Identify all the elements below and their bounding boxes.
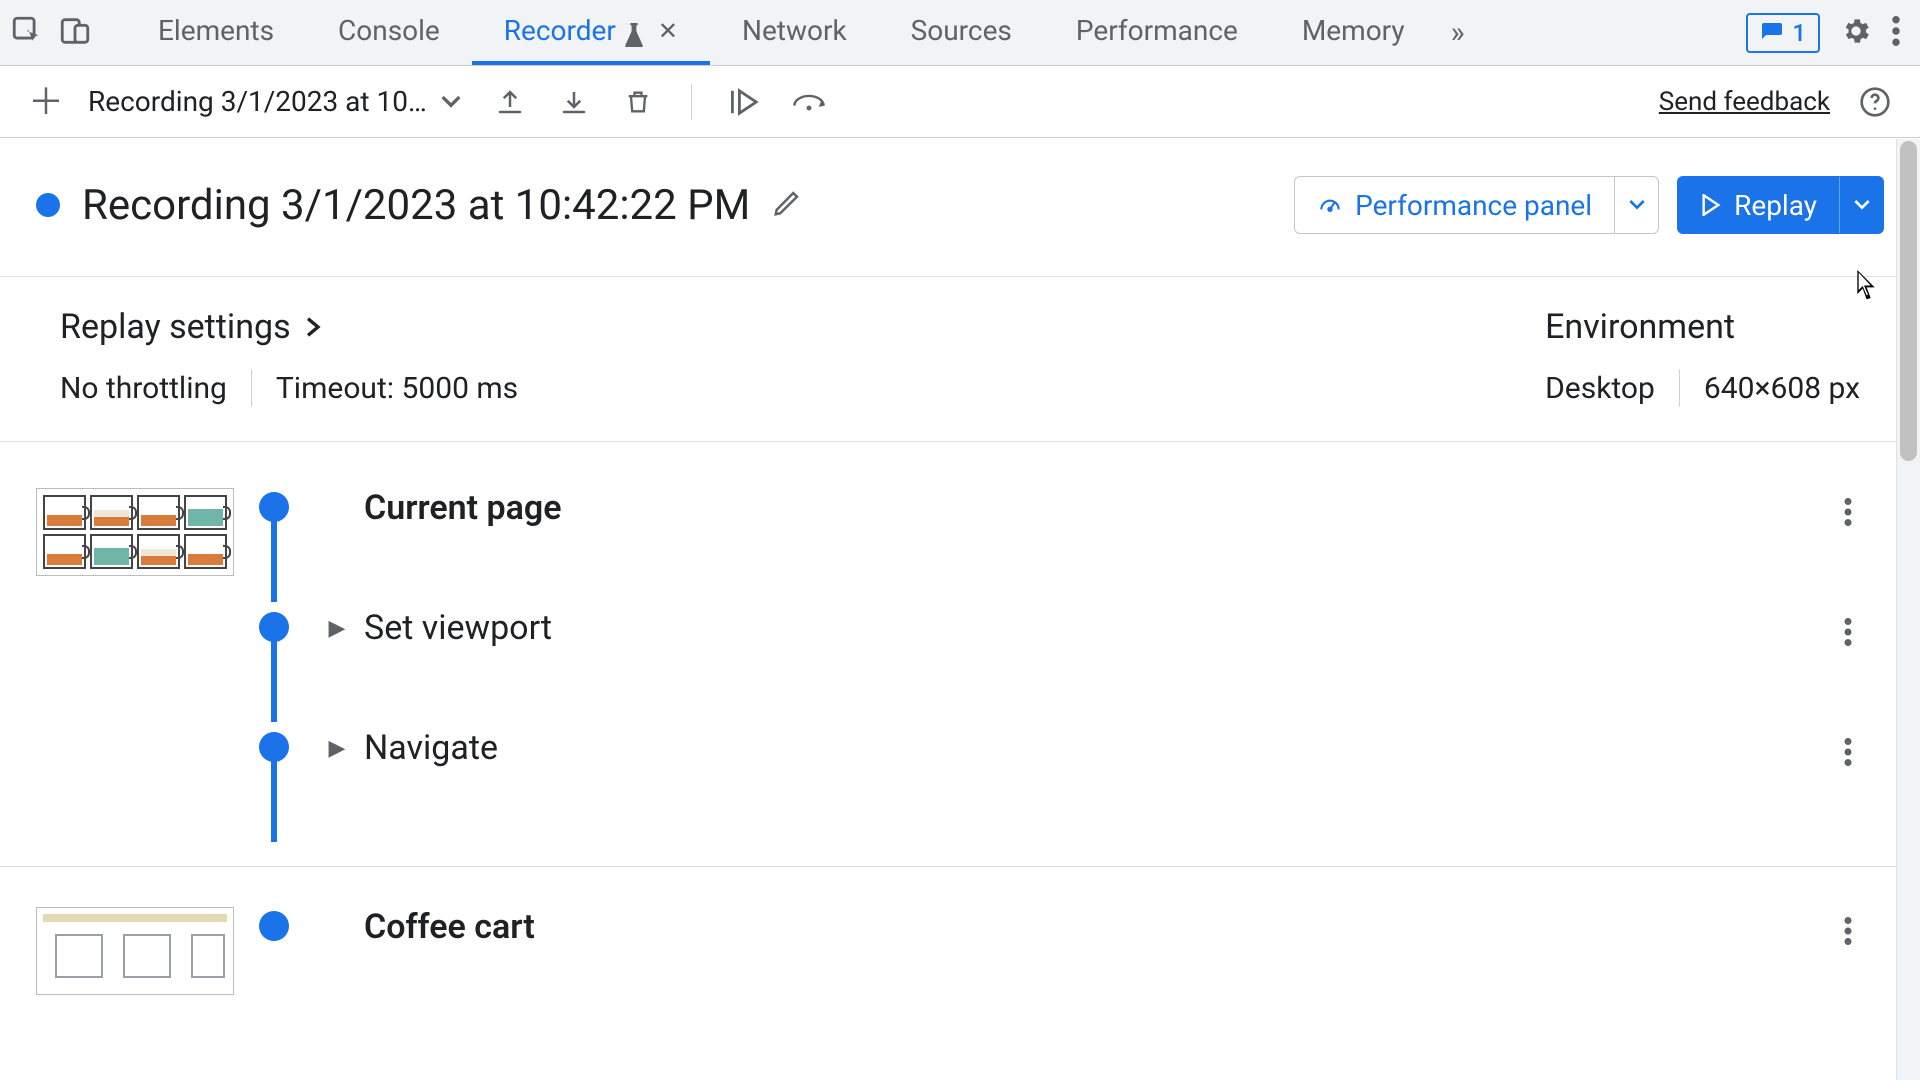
timeline-step: Coffee cart	[36, 907, 1860, 1027]
performance-panel-caret[interactable]	[1614, 177, 1658, 233]
step-thumbnail	[36, 488, 234, 576]
timeline-step: Current page	[36, 488, 1860, 608]
new-recording-button[interactable]: ＋	[28, 84, 64, 120]
more-tabs-icon[interactable]: »	[1437, 15, 1479, 50]
replay-settings-panel: Replay settings No throttling Timeout: 5…	[0, 277, 1920, 442]
recording-header: Recording 3/1/2023 at 10:42:22 PM Perfor…	[0, 138, 1920, 276]
replay-settings-heading[interactable]: Replay settings	[60, 307, 518, 347]
step-over-icon[interactable]	[792, 85, 826, 119]
performance-panel-label: Performance panel	[1355, 189, 1592, 222]
separator	[251, 369, 252, 407]
kebab-menu-icon[interactable]	[1892, 16, 1900, 50]
recording-selector-label: Recording 3/1/2023 at 10…	[88, 85, 427, 118]
step-title[interactable]: Navigate	[364, 728, 498, 768]
timeout-value: Timeout: 5000 ms	[276, 371, 518, 406]
tab-recorder[interactable]: Recorder ✕	[472, 0, 710, 65]
export-icon[interactable]	[557, 85, 591, 119]
timeline-step: ▶ Set viewport	[36, 608, 1860, 728]
timeline-step: ▶ Navigate	[36, 728, 1860, 848]
replay-button[interactable]: Replay	[1677, 176, 1884, 234]
step-menu-icon[interactable]	[1836, 490, 1860, 538]
tab-performance[interactable]: Performance	[1044, 0, 1270, 65]
tab-label: Memory	[1302, 14, 1405, 47]
replay-settings-label: Replay settings	[60, 307, 291, 347]
device-value: Desktop	[1545, 371, 1655, 406]
device-toolbar-icon[interactable]	[58, 14, 92, 52]
steps-timeline: Current page ▶ Set viewport ▶ Navigate	[0, 442, 1920, 1027]
group-separator	[0, 866, 1920, 867]
separator	[691, 84, 692, 120]
scrollbar-thumb[interactable]	[1900, 141, 1917, 461]
settings-gear-icon[interactable]	[1840, 15, 1872, 51]
separator	[1679, 369, 1680, 407]
issues-count: 1	[1792, 19, 1806, 47]
step-node-icon	[259, 911, 289, 941]
close-tab-icon[interactable]: ✕	[658, 19, 678, 43]
devtools-tabstrip: Elements Console Recorder ✕ Network Sour…	[0, 0, 1920, 66]
tab-console[interactable]: Console	[306, 0, 472, 65]
step-node-icon	[259, 492, 289, 522]
recording-indicator-icon	[36, 193, 60, 217]
step-title[interactable]: Current page	[364, 488, 562, 528]
step-title[interactable]: Set viewport	[364, 608, 552, 648]
tab-label: Console	[338, 14, 440, 47]
tab-memory[interactable]: Memory	[1270, 0, 1437, 65]
replay-caret[interactable]	[1839, 177, 1883, 233]
tab-network[interactable]: Network	[710, 0, 879, 65]
step-title[interactable]: Coffee cart	[364, 907, 535, 947]
tab-label: Elements	[158, 14, 274, 47]
continue-icon[interactable]	[728, 85, 762, 119]
edit-title-icon[interactable]	[772, 188, 802, 222]
viewport-value: 640×608 px	[1704, 371, 1860, 406]
step-menu-icon[interactable]	[1836, 610, 1860, 658]
import-icon[interactable]	[493, 85, 527, 119]
recording-title: Recording 3/1/2023 at 10:42:22 PM	[82, 181, 750, 230]
gauge-icon	[1317, 192, 1343, 218]
play-icon	[1700, 194, 1722, 216]
inspect-element-icon[interactable]	[10, 14, 44, 52]
experiment-icon	[624, 21, 644, 41]
tab-label: Recorder	[504, 14, 616, 47]
send-feedback-link[interactable]: Send feedback	[1659, 87, 1830, 117]
tab-label: Network	[742, 14, 847, 47]
recording-selector[interactable]: Recording 3/1/2023 at 10…	[88, 85, 461, 118]
throttling-value: No throttling	[60, 371, 227, 406]
performance-panel-button[interactable]: Performance panel	[1294, 176, 1659, 234]
chevron-right-icon[interactable]: ▶	[328, 736, 346, 761]
chevron-down-icon	[441, 92, 461, 112]
help-icon[interactable]	[1858, 85, 1892, 119]
replay-label: Replay	[1734, 189, 1817, 222]
environment-heading: Environment	[1545, 307, 1860, 347]
chevron-right-icon[interactable]: ▶	[328, 616, 346, 641]
tab-label: Sources	[911, 14, 1012, 47]
step-menu-icon[interactable]	[1836, 909, 1860, 957]
step-node-icon	[259, 612, 289, 642]
delete-icon[interactable]	[621, 85, 655, 119]
environment-label: Environment	[1545, 307, 1735, 347]
tab-label: Performance	[1076, 14, 1238, 47]
step-thumbnail	[36, 907, 234, 995]
issues-badge[interactable]: 1	[1746, 13, 1820, 53]
step-node-icon	[259, 732, 289, 762]
step-menu-icon[interactable]	[1836, 730, 1860, 778]
tab-sources[interactable]: Sources	[879, 0, 1044, 65]
tab-elements[interactable]: Elements	[126, 0, 306, 65]
scrollbar[interactable]	[1896, 139, 1920, 1080]
recorder-toolbar: ＋ Recording 3/1/2023 at 10… Send feedbac…	[0, 66, 1920, 138]
chevron-right-icon	[305, 317, 321, 337]
